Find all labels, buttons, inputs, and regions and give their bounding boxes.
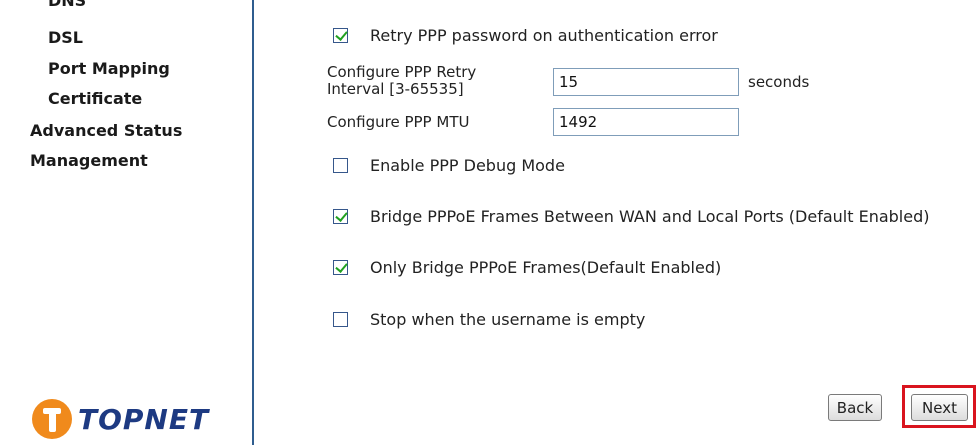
retry-password-row: Retry PPP password on authentication err… [333, 25, 718, 45]
nav-clip: DNS [0, 0, 252, 20]
sidebar-nav: DNS DSL Port Mapping Certificate Advance… [0, 0, 254, 445]
sidebar-item-dns[interactable]: DNS [48, 0, 86, 10]
stop-empty-row: Stop when the username is empty [333, 309, 645, 329]
mtu-label: Configure PPP MTU [327, 113, 470, 131]
retry-interval-label-line1: Configure PPP Retry [327, 63, 477, 81]
only-bridge-label: Only Bridge PPPoE Frames(Default Enabled… [370, 257, 722, 277]
topnet-logo: TOPNET [32, 396, 209, 442]
debug-mode-checkbox[interactable] [333, 157, 348, 173]
logo-text: TOPNET [78, 402, 210, 436]
sidebar-item-port-mapping[interactable]: Port Mapping [48, 59, 170, 78]
only-bridge-row: Only Bridge PPPoE Frames(Default Enabled… [333, 257, 721, 277]
stop-empty-checkbox[interactable] [333, 311, 348, 327]
sidebar-item-dsl[interactable]: DSL [48, 28, 83, 47]
sidebar-item-advanced-status[interactable]: Advanced Status [30, 121, 182, 140]
retry-interval-label: Configure PPP Retry Interval [3-65535] [327, 64, 476, 98]
stop-empty-label: Stop when the username is empty [370, 309, 646, 329]
checkmark-icon [335, 27, 348, 41]
sidebar-item-management[interactable]: Management [30, 151, 148, 170]
retry-interval-unit: seconds [748, 73, 810, 91]
topnet-logo-icon [32, 399, 72, 439]
only-bridge-checkbox[interactable] [333, 259, 348, 275]
checkmark-icon [335, 259, 348, 273]
bridge-frames-row: Bridge PPPoE Frames Between WAN and Loca… [333, 206, 929, 226]
mtu-input[interactable] [553, 108, 739, 136]
debug-mode-label: Enable PPP Debug Mode [370, 155, 565, 175]
retry-password-checkbox[interactable] [333, 27, 348, 43]
retry-interval-input[interactable] [553, 68, 739, 96]
next-button[interactable]: Next [911, 394, 968, 421]
retry-password-label: Retry PPP password on authentication err… [370, 25, 718, 45]
bridge-frames-checkbox[interactable] [333, 208, 348, 224]
debug-mode-row: Enable PPP Debug Mode [333, 155, 565, 175]
bridge-frames-label: Bridge PPPoE Frames Between WAN and Loca… [370, 206, 930, 226]
checkmark-icon [335, 208, 348, 222]
retry-interval-label-line2: Interval [3-65535] [327, 80, 464, 98]
back-button[interactable]: Back [828, 394, 882, 421]
sidebar-item-certificate[interactable]: Certificate [48, 89, 142, 108]
